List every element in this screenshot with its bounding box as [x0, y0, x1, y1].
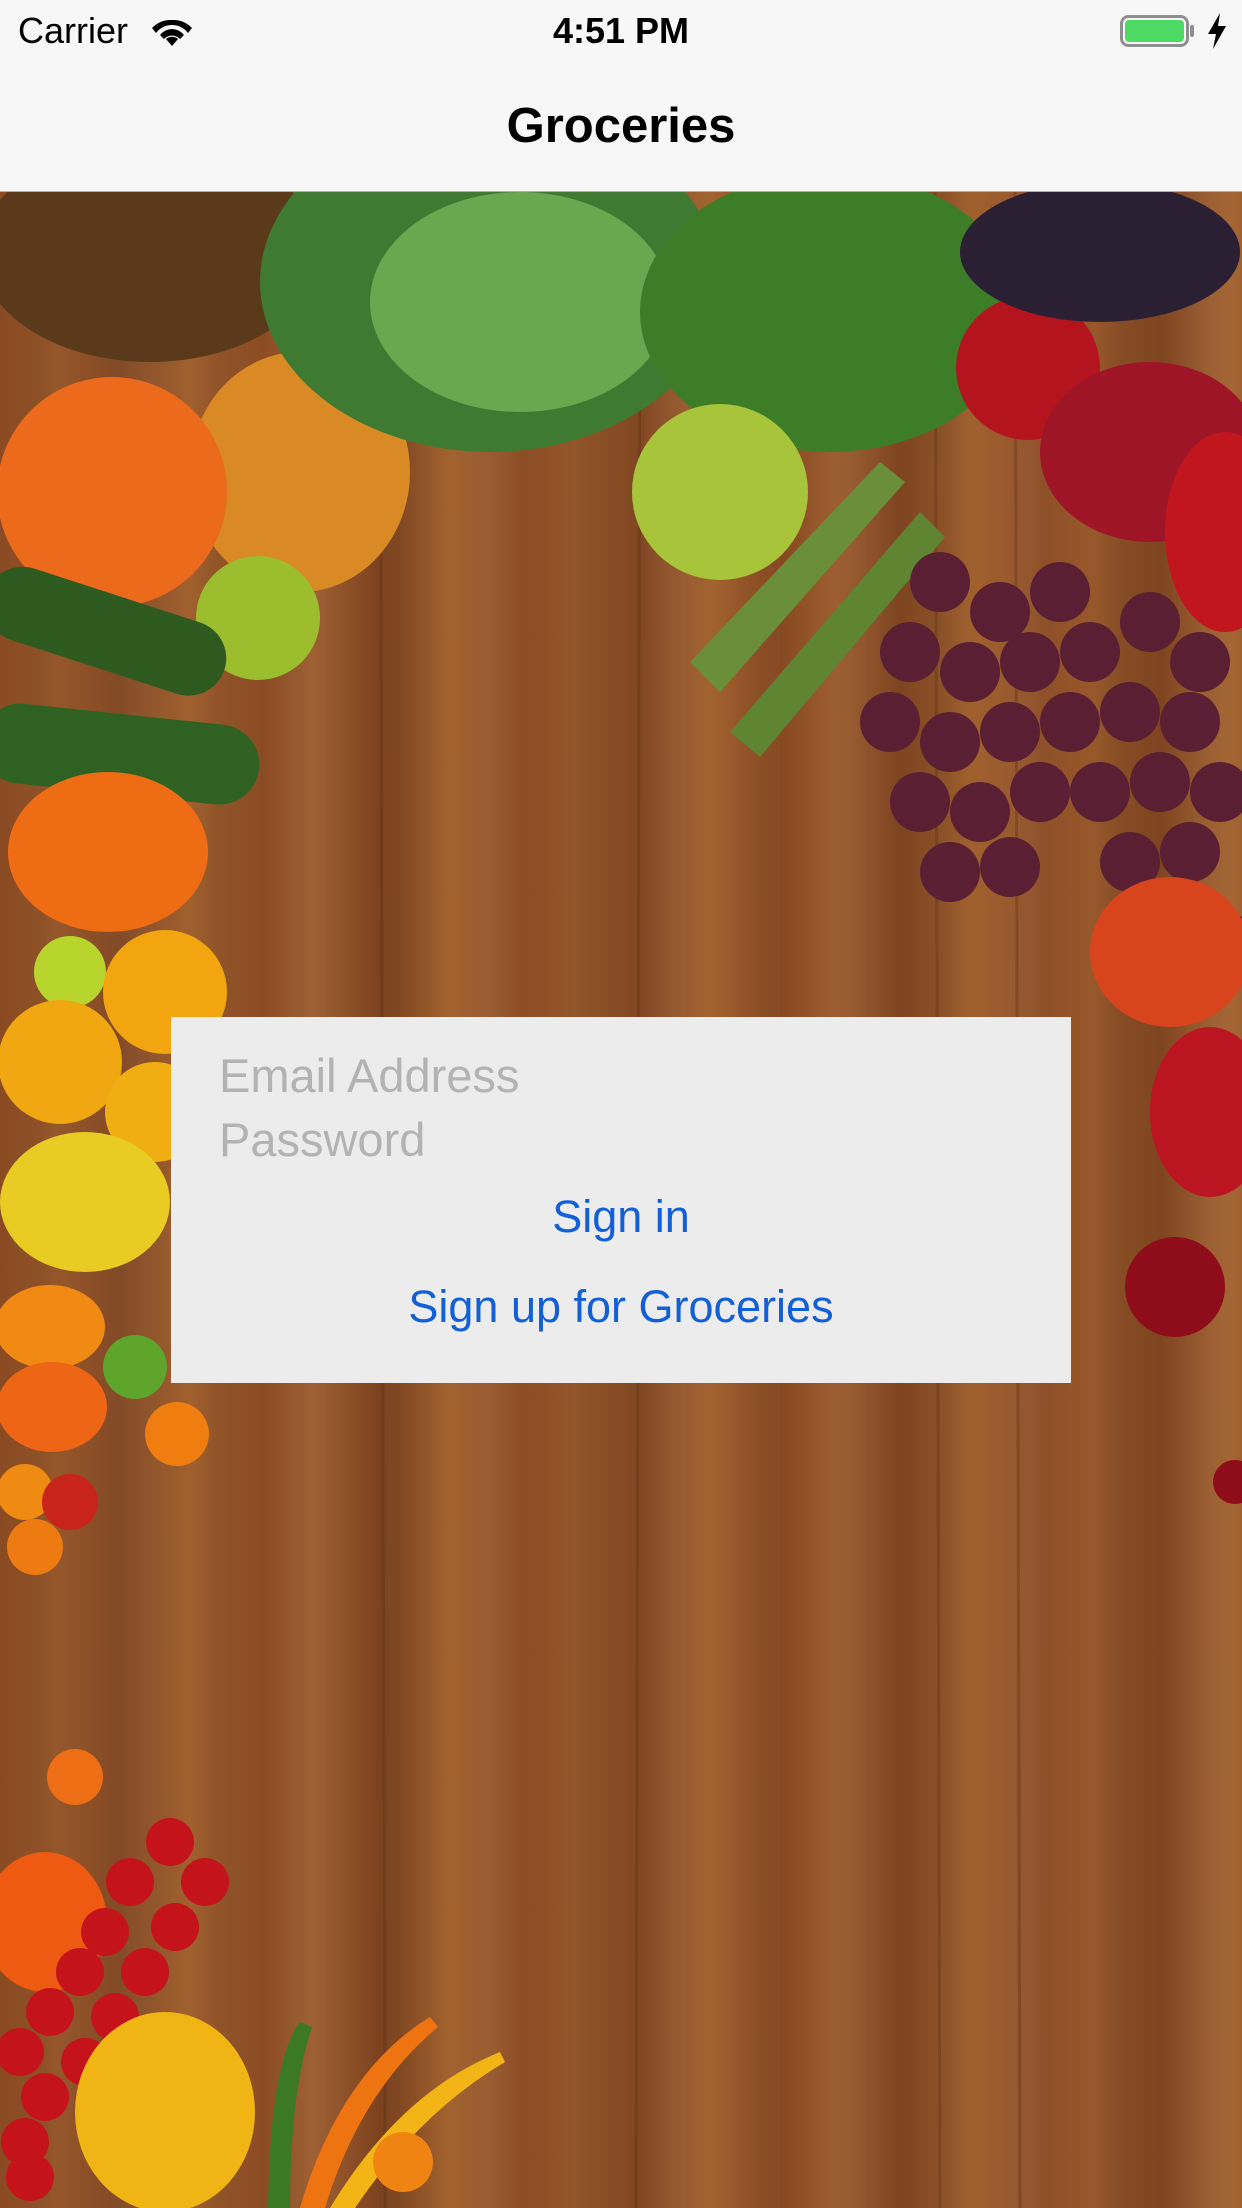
password-field[interactable] — [219, 1109, 1039, 1169]
battery-icon — [1120, 15, 1194, 47]
sign-in-button[interactable]: Sign in — [171, 1187, 1071, 1247]
charging-bolt-icon — [1208, 13, 1226, 49]
sign-up-button[interactable]: Sign up for Groceries — [171, 1277, 1071, 1337]
login-form: Sign in Sign up for Groceries — [171, 1017, 1071, 1383]
status-bar: Carrier 4:51 PM — [0, 0, 1242, 60]
status-time: 4:51 PM — [552, 10, 690, 51]
email-field[interactable] — [219, 1045, 1039, 1105]
navigation-bar: Groceries — [0, 60, 1242, 192]
page-title: Groceries — [506, 99, 736, 153]
